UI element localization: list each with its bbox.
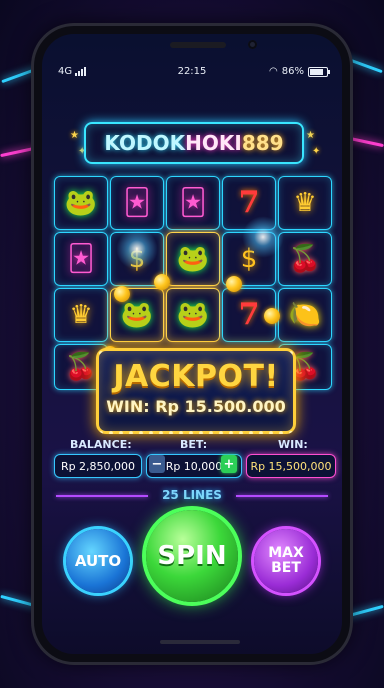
max-bet-line2: BET	[271, 560, 301, 576]
star-icon: ★	[70, 130, 79, 141]
firework-effect-icon	[242, 216, 284, 258]
flying-coin-icon	[226, 276, 242, 292]
flying-coin-icon	[114, 286, 130, 302]
speaker-grille	[170, 42, 226, 48]
logo-text: KODOKHOKI889	[104, 131, 283, 155]
logo-part-kodok: KODOK	[104, 131, 186, 155]
cherry-symbol-icon: 🍒	[288, 244, 322, 274]
reel-cell: 🃏	[110, 176, 164, 230]
reel-cell: 🃏	[54, 232, 108, 286]
seven-symbol-icon: 7	[238, 297, 260, 332]
max-bet-line1: MAX	[268, 545, 304, 561]
reel-cell-winning: 🐸	[166, 288, 220, 342]
bet-decrease-button[interactable]: −	[149, 455, 165, 473]
max-bet-button[interactable]: MAX BET	[254, 529, 318, 593]
reel-cell: ♛	[54, 288, 108, 342]
spin-button[interactable]: SPIN	[146, 510, 238, 602]
logo-part-889: 889	[241, 131, 284, 155]
lemon-symbol-icon: 🍋	[288, 300, 322, 330]
frog-symbol-icon: 🐸	[176, 300, 210, 330]
win-label: WIN:	[278, 438, 308, 451]
battery-icon	[308, 66, 330, 77]
frog-symbol-icon: 🐸	[176, 244, 210, 274]
frog-symbol-icon: 🐸	[64, 188, 98, 218]
crown-symbol-icon: ♛	[293, 188, 317, 218]
reel-cell: 🍒	[278, 232, 332, 286]
front-camera	[248, 40, 257, 49]
home-indicator	[160, 640, 240, 644]
firework-effect-icon	[116, 228, 158, 270]
game-logo: KODOKHOKI889	[84, 122, 304, 164]
auto-spin-button[interactable]: AUTO	[66, 529, 130, 593]
reel-cell-winning: 🐸	[166, 232, 220, 286]
battery-percent: 86%	[281, 66, 304, 77]
spin-label: SPIN	[157, 541, 227, 571]
win-value: Rp 15,500,000	[250, 459, 332, 473]
balance-value: Rp 2,850,000	[60, 459, 136, 473]
bet-increase-button[interactable]: +	[221, 455, 237, 473]
balance-label: BALANCE:	[70, 438, 132, 451]
reel-cell: ♛	[278, 176, 332, 230]
wifi-icon: ◠	[269, 66, 278, 77]
bet-value: Rp 10,000	[165, 459, 223, 473]
star-icon: ★	[306, 130, 315, 141]
reel-cell: 🐸	[54, 176, 108, 230]
bet-label: BET:	[180, 438, 208, 451]
balance-display: Rp 2,850,000	[54, 454, 142, 478]
jackpot-banner: JACKPOT! WIN: Rp 15.500.000	[96, 348, 296, 434]
paylines-indicator: 25 LINES	[42, 488, 342, 504]
win-display: Rp 15,500,000	[246, 454, 336, 478]
status-bar: 4G 22:15 ◠ 86%	[42, 64, 342, 82]
jester-symbol-icon: 🃏	[179, 188, 207, 218]
flying-coin-icon	[264, 308, 280, 324]
phone-frame: 4G 22:15 ◠ 86% ★ ✦ ★ ✦ KODOKHOKI889 🐸 🃏 …	[34, 26, 350, 662]
star-icon: ✦	[312, 146, 321, 157]
seven-symbol-icon: 7	[238, 185, 260, 220]
jester-symbol-icon: 🃏	[67, 244, 95, 274]
cherry-symbol-icon: 🍒	[64, 352, 98, 382]
jackpot-title: JACKPOT!	[113, 359, 279, 394]
reel-cell: 🃏	[166, 176, 220, 230]
auto-label: AUTO	[74, 552, 122, 570]
jackpot-win-amount: WIN: Rp 15.500.000	[106, 397, 286, 416]
jester-symbol-icon: 🃏	[123, 188, 151, 218]
logo-part-hoki: HOKI	[185, 131, 242, 155]
max-bet-label: MAX BET	[268, 546, 304, 576]
phone-screen: 4G 22:15 ◠ 86% ★ ✦ ★ ✦ KODOKHOKI889 🐸 🃏 …	[42, 34, 342, 654]
flying-coin-icon	[154, 274, 170, 290]
status-right: ◠ 86%	[269, 66, 330, 77]
reel-cell: 🍋	[278, 288, 332, 342]
paylines-count: 25 LINES	[162, 488, 222, 502]
crown-symbol-icon: ♛	[69, 300, 93, 330]
frog-symbol-icon: 🐸	[120, 300, 154, 330]
